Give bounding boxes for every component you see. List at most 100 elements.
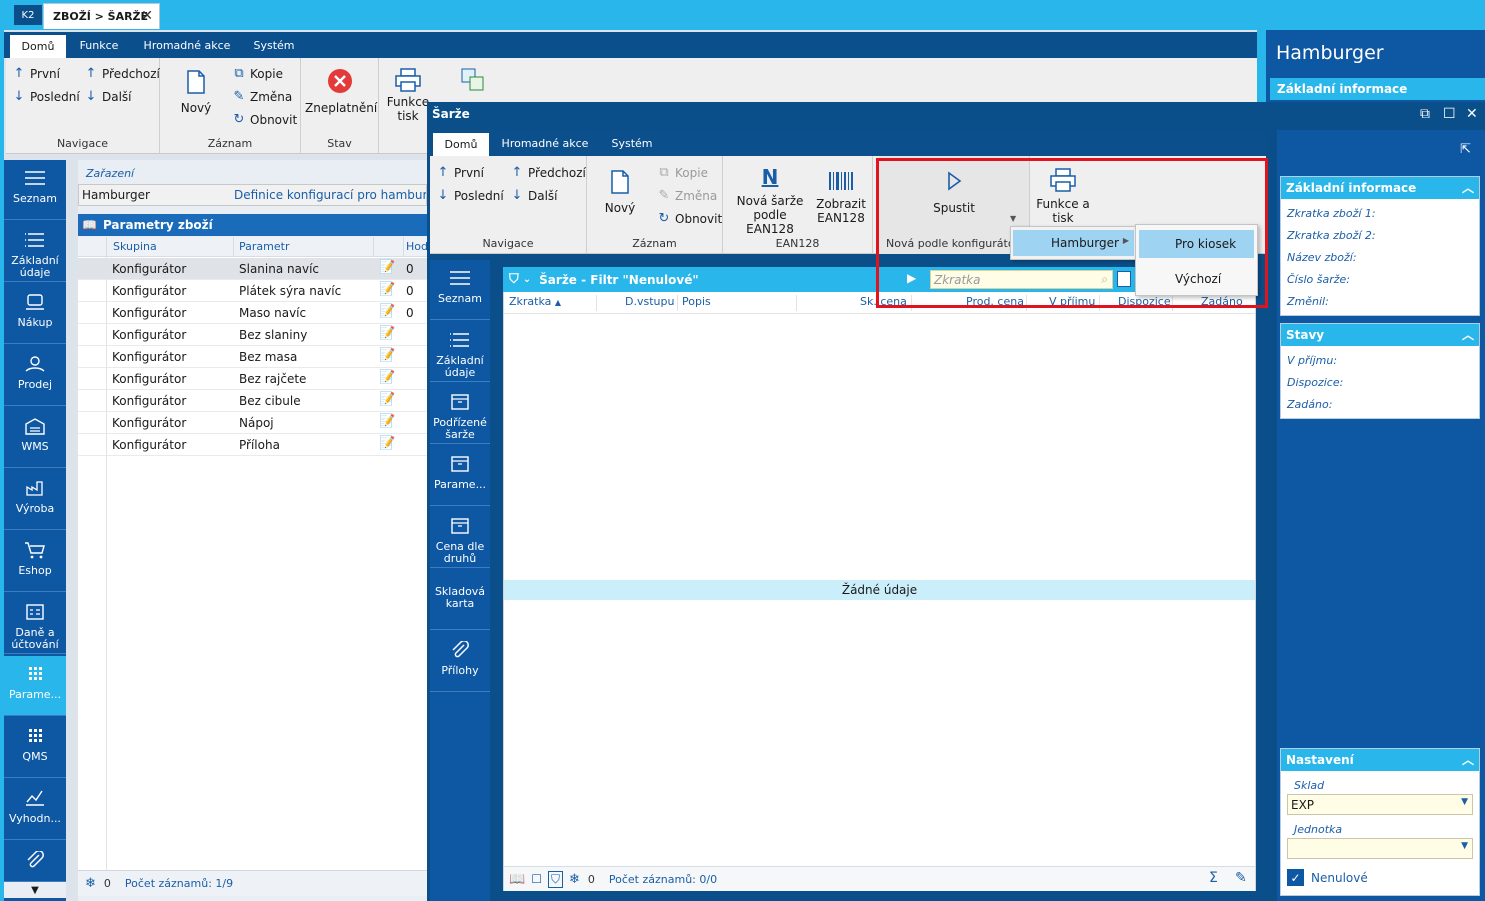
restore-icon[interactable]: ⧉ [1420,106,1430,122]
nav-eshop[interactable]: Eshop [4,532,66,592]
dialog-first-button[interactable]: ↑ První [436,165,484,180]
table-row[interactable]: Konfigurátor Maso navíc 📝 0 [78,302,427,324]
nav-parametry[interactable]: Parame... [4,656,66,716]
chevron-down-icon[interactable]: ⌄ [523,274,531,285]
section-header[interactable]: Základní informace ︿ [1281,177,1479,199]
dialog-nav-parametry[interactable]: Parame... [430,446,490,506]
tab-funkce[interactable]: Funkce [72,32,126,58]
snowflake-icon[interactable]: ❄ [85,876,96,891]
edit-icon[interactable]: 📝 [379,348,395,363]
maximize-icon[interactable]: ☐ [1443,106,1456,122]
dialog-tab-domu[interactable]: Domů [433,133,489,156]
dialog-refresh-button[interactable]: ↻ Obnovit [657,211,723,226]
prev-button[interactable]: ↑ Předchozí [84,66,160,81]
chevron-down-icon[interactable]: ▼ [1461,797,1468,807]
filter-icon[interactable]: ⛉ [547,870,563,888]
table-row[interactable]: Konfigurátor Plátek sýra navíc 📝 0 [78,280,427,302]
collapse-icon[interactable]: ︿ [1462,326,1474,343]
invalidate-button[interactable]: Zneplatnění [305,68,377,115]
close-dialog-icon[interactable]: ✕ [1466,106,1478,122]
pencil-icon[interactable]: ✎ [1235,870,1247,886]
outer-section-header[interactable]: Základní informace [1270,78,1485,100]
new-batch-ean-button[interactable]: N Nová šarže podle EAN128 [729,167,811,236]
show-ean-button[interactable]: Zobrazit EAN128 [813,170,869,225]
export-icon[interactable] [461,68,485,95]
dialog-prev-button[interactable]: ↑ Předchozí [510,165,586,180]
section-header[interactable]: Stavy ︿ [1281,324,1479,346]
filter-icon[interactable]: ⛉ [509,272,519,287]
column-header-d-vstupu[interactable]: D.vstupu [625,295,674,308]
nav-scroll-down-icon[interactable]: ▼ [4,882,66,898]
nav-seznam[interactable]: Seznam [4,160,66,220]
nenulove-checkbox[interactable]: ✓ Nenulové [1287,869,1368,886]
next-button[interactable]: ↓ Další [84,89,132,104]
app-logo[interactable]: K2 [14,5,42,25]
dialog-nav-prilohy[interactable]: Přílohy [430,632,490,692]
edit-icon[interactable]: 📝 [379,370,395,385]
dialog-change-button[interactable]: ✎ Změna [657,188,718,203]
jednotka-select[interactable]: ▼ [1287,838,1473,859]
document-tab[interactable]: ZBOŽÍ > ŠARŽE ✕ [43,3,160,29]
nav-vyroba[interactable]: Výroba [4,470,66,530]
new-button[interactable]: Nový [170,70,222,115]
change-button[interactable]: ✎ Změna [232,89,293,104]
chevron-down-icon[interactable]: ▼ [1461,841,1468,851]
dialog-nav-seznam[interactable]: Seznam [430,260,490,320]
nav-attachments[interactable] [4,842,66,882]
edit-icon[interactable]: 📝 [379,436,395,451]
section-header[interactable]: Nastavení ︿ [1281,749,1479,771]
tab-system[interactable]: Systém [248,32,300,58]
edit-icon[interactable]: 📝 [379,260,395,275]
last-button[interactable]: ↓ Poslední [12,89,80,104]
checkbox-checked-icon[interactable]: ✓ [1287,869,1304,886]
collapse-icon[interactable]: ︿ [1462,179,1474,196]
edit-icon[interactable]: 📝 [379,326,395,341]
table-row[interactable]: Konfigurátor Bez slaniny 📝 [78,324,427,346]
nav-wms[interactable]: WMS [4,408,66,468]
column-header-zkratka[interactable]: Zkratka ▲ [509,295,561,308]
zarazeni-field[interactable]: Hamburger Definice konfigurací pro hambu… [78,184,427,206]
copy-button[interactable]: ⧉ Kopie [232,66,283,81]
column-header-hodnota[interactable]: Hod [403,237,428,257]
box-icon[interactable]: ☐ [531,872,542,886]
book-icon[interactable]: 📖 [509,872,525,887]
table-row[interactable]: Konfigurátor Bez cibule 📝 [78,390,427,412]
collapse-icon[interactable]: ︿ [1462,751,1474,768]
nav-dane-a-uctovani[interactable]: Daně a účtování [4,594,66,654]
column-header-skupina[interactable]: Skupina [106,237,233,257]
refresh-button[interactable]: ↻ Obnovit [232,112,298,127]
dialog-nav-skladova-karta[interactable]: Skladová karta [430,570,490,630]
functions-print-button[interactable]: Funkce tisk [384,68,432,123]
nav-vyhodnoceni[interactable]: Vyhodn... [4,780,66,840]
dialog-copy-button[interactable]: ⧉ Kopie [657,165,708,180]
nav-nakup[interactable]: Nákup [4,284,66,344]
dialog-tab-system[interactable]: Systém [606,130,658,156]
snowflake-icon[interactable]: ❄ [569,872,580,887]
nav-zakladni-udaje[interactable]: Základní údaje [4,222,66,282]
sum-icon[interactable]: Σ [1209,870,1218,886]
edit-icon[interactable]: 📝 [379,392,395,407]
table-row[interactable]: Konfigurátor Bez masa 📝 [78,346,427,368]
nav-qms[interactable]: QMS [4,718,66,778]
dialog-nav-podrizene-sarze[interactable]: Podřízené šarže [430,384,490,444]
column-header-popis[interactable]: Popis [682,295,711,308]
popout-icon[interactable]: ⇱ [1460,142,1471,157]
dialog-nav-cena-dle-druhu[interactable]: Cena dle druhů [430,508,490,568]
table-row[interactable]: Konfigurátor Příloha 📝 [78,434,427,456]
tab-hromadne-akce[interactable]: Hromadné akce [140,32,234,58]
dialog-next-button[interactable]: ↓ Další [510,188,558,203]
column-header-parametr[interactable]: Parametr [233,237,373,257]
dialog-tab-hromadne-akce[interactable]: Hromadné akce [498,130,592,156]
table-row[interactable]: Konfigurátor Bez rajčete 📝 [78,368,427,390]
edit-icon[interactable]: 📝 [379,304,395,319]
table-row[interactable]: Konfigurátor Nápoj 📝 [78,412,427,434]
close-icon[interactable]: ✕ [141,8,153,24]
sklad-select[interactable]: EXP ▼ [1287,794,1473,815]
tab-domu[interactable]: Domů [10,35,66,58]
edit-icon[interactable]: 📝 [379,414,395,429]
nav-prodej[interactable]: Prodej [4,346,66,406]
edit-icon[interactable]: 📝 [379,282,395,297]
dialog-new-button[interactable]: Nový [597,170,643,215]
dialog-nav-zakladni-udaje[interactable]: Základní údaje [430,322,490,382]
dialog-last-button[interactable]: ↓ Poslední [436,188,504,203]
